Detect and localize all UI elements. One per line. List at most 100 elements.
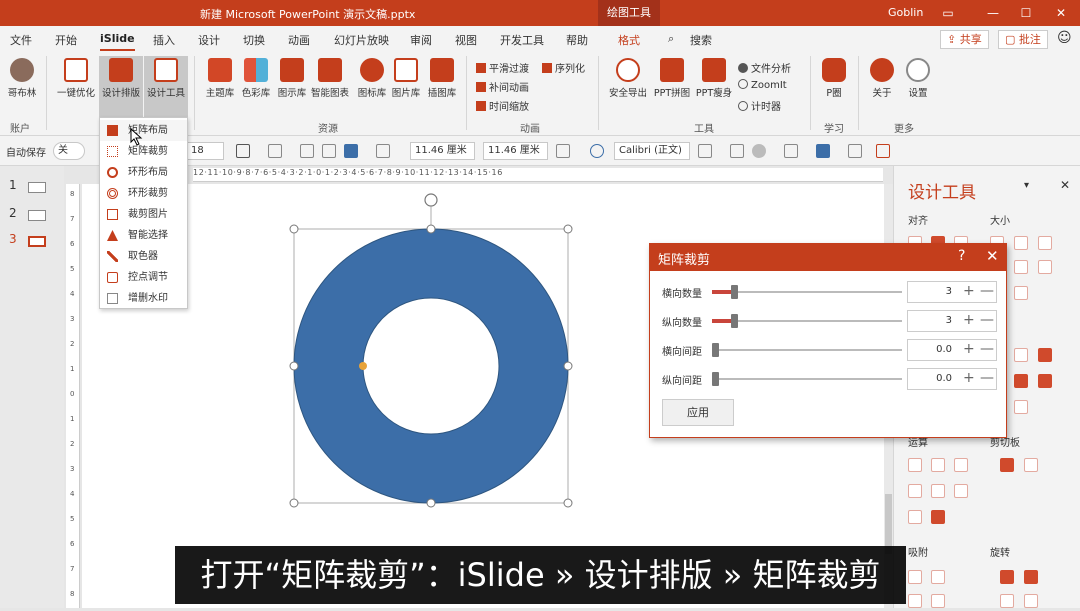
value-field[interactable]: 3 + —: [907, 281, 997, 303]
autosave-toggle[interactable]: 关: [53, 142, 85, 160]
panel-tool-button[interactable]: [1014, 348, 1028, 362]
tab-transitions[interactable]: 切换: [243, 32, 265, 48]
rotate-icon[interactable]: [848, 144, 862, 158]
comment-button[interactable]: ▢ 批注: [998, 30, 1048, 49]
panel-tool-button[interactable]: [1024, 458, 1038, 472]
scrollbar-thumb[interactable]: [885, 494, 892, 554]
font-size-box[interactable]: 18: [186, 142, 224, 160]
panel-tool-button[interactable]: [931, 484, 945, 498]
panel-tool-button[interactable]: [908, 594, 922, 608]
slider-track[interactable]: [712, 378, 902, 380]
tab-review[interactable]: 审阅: [410, 32, 432, 48]
increment-button[interactable]: +: [963, 339, 975, 359]
panel-tool-button[interactable]: [954, 484, 968, 498]
decrement-button[interactable]: —: [980, 281, 994, 301]
menu-color-picker[interactable]: 取色器: [100, 246, 187, 267]
panel-tool-button[interactable]: [931, 594, 945, 608]
panel-tool-button[interactable]: [908, 458, 922, 472]
slide-thumb-1[interactable]: [28, 182, 46, 193]
panel-tool-button[interactable]: [1014, 260, 1028, 274]
panel-tool-button[interactable]: [954, 458, 968, 472]
panel-tool-button[interactable]: [1014, 374, 1028, 388]
dialog-help-button[interactable]: ?: [958, 248, 965, 264]
one-click-optimize-button[interactable]: 一键优化: [54, 56, 98, 116]
decrement-button[interactable]: —: [980, 368, 994, 388]
slider-thumb[interactable]: [712, 343, 719, 357]
tab-file[interactable]: 文件: [10, 32, 32, 48]
smart-chart-button[interactable]: 智能图表: [308, 56, 352, 116]
group-icon[interactable]: [322, 144, 336, 158]
style-icon[interactable]: [816, 144, 830, 158]
tab-slideshow[interactable]: 幻灯片放映: [334, 32, 389, 48]
panel-tool-button[interactable]: [1038, 348, 1052, 362]
tween-animation-button[interactable]: 补间动画: [476, 79, 529, 94]
shape-fill-icon[interactable]: [698, 144, 712, 158]
rotate-handle-icon[interactable]: [424, 193, 438, 207]
menu-crop-image[interactable]: 裁剪图片: [100, 204, 187, 225]
eraser-icon[interactable]: [876, 144, 890, 158]
p-circle-button[interactable]: P圈: [816, 56, 852, 116]
resize-handle-e[interactable]: [563, 361, 573, 371]
panel-tool-button[interactable]: [931, 458, 945, 472]
increment-button[interactable]: +: [963, 310, 975, 330]
value-field[interactable]: 0.0 + —: [907, 339, 997, 361]
tab-help[interactable]: 帮助: [566, 32, 588, 48]
smooth-transition-button[interactable]: 平滑过渡: [476, 60, 529, 75]
decrement-button[interactable]: —: [980, 339, 994, 359]
help-icon[interactable]: [590, 144, 604, 158]
resize-handle-ne[interactable]: [563, 224, 573, 234]
design-layout-button[interactable]: 设计排版: [99, 56, 143, 122]
theme-library-button[interactable]: 主题库: [200, 56, 240, 116]
panel-close-icon[interactable]: ✕: [1060, 178, 1070, 192]
effect-icon[interactable]: [752, 144, 766, 158]
menu-ring-crop[interactable]: 环形裁剪: [100, 183, 187, 204]
zoomit-button[interactable]: ZoomIt: [738, 79, 787, 91]
menu-handle-adjust[interactable]: 控点调节: [100, 267, 187, 288]
panel-tool-button[interactable]: [1014, 236, 1028, 250]
safe-export-button[interactable]: 安全导出: [604, 56, 652, 116]
menu-smart-select[interactable]: 智能选择: [100, 225, 187, 246]
line-weight-icon[interactable]: [344, 144, 358, 158]
account-button[interactable]: 哥布林: [3, 56, 41, 116]
slide-thumb-3[interactable]: [28, 236, 46, 247]
panel-tool-button[interactable]: [931, 510, 945, 524]
panel-tool-button[interactable]: [908, 510, 922, 524]
design-tools-button[interactable]: 设计工具: [144, 56, 188, 122]
resize-handle-s[interactable]: [426, 498, 436, 508]
tab-design[interactable]: 设计: [198, 32, 220, 48]
increment-button[interactable]: +: [963, 281, 975, 301]
about-button[interactable]: 关于: [864, 56, 900, 116]
height-box[interactable]: 11.46 厘米: [410, 142, 475, 160]
outline-color-icon[interactable]: [268, 144, 282, 158]
slide-thumb-2[interactable]: [28, 210, 46, 221]
settings-button[interactable]: 设置: [900, 56, 936, 116]
resize-handle-nw[interactable]: [289, 224, 299, 234]
width-box[interactable]: 11.46 厘米: [483, 142, 548, 160]
slider-track[interactable]: [712, 320, 902, 322]
time-scale-button[interactable]: 时间缩放: [476, 98, 529, 113]
slider-track[interactable]: [712, 291, 902, 293]
timer-button[interactable]: 计时器: [738, 98, 781, 113]
tab-home[interactable]: 开始: [55, 32, 77, 48]
value-field[interactable]: 0.0 + —: [907, 368, 997, 390]
fill-color-icon[interactable]: [236, 144, 250, 158]
panel-tool-button[interactable]: [1000, 594, 1014, 608]
font-box[interactable]: Calibri (正文): [614, 142, 690, 160]
resize-handle-n[interactable]: [426, 224, 436, 234]
ppt-slim-button[interactable]: PPT瘦身: [694, 56, 734, 116]
slider-thumb[interactable]: [731, 285, 738, 299]
ppt-puzzle-button[interactable]: PPT拼图: [652, 56, 692, 116]
panel-tool-button[interactable]: [931, 570, 945, 584]
search-icon[interactable]: ⌕: [668, 32, 674, 46]
panel-tool-button[interactable]: [1024, 570, 1038, 584]
color-library-button[interactable]: 色彩库: [236, 56, 276, 116]
panel-tool-button[interactable]: [1014, 400, 1028, 414]
maximize-button[interactable]: ☐: [1015, 3, 1037, 23]
value-field[interactable]: 3 + —: [907, 310, 997, 332]
smiley-icon[interactable]: ☺: [1057, 30, 1072, 46]
apply-button[interactable]: 应用: [662, 399, 734, 426]
panel-tool-button[interactable]: [1000, 570, 1014, 584]
diagram-library-button[interactable]: 图示库: [272, 56, 312, 116]
adjust-handle[interactable]: [359, 362, 367, 370]
tab-animations[interactable]: 动画: [288, 32, 310, 48]
